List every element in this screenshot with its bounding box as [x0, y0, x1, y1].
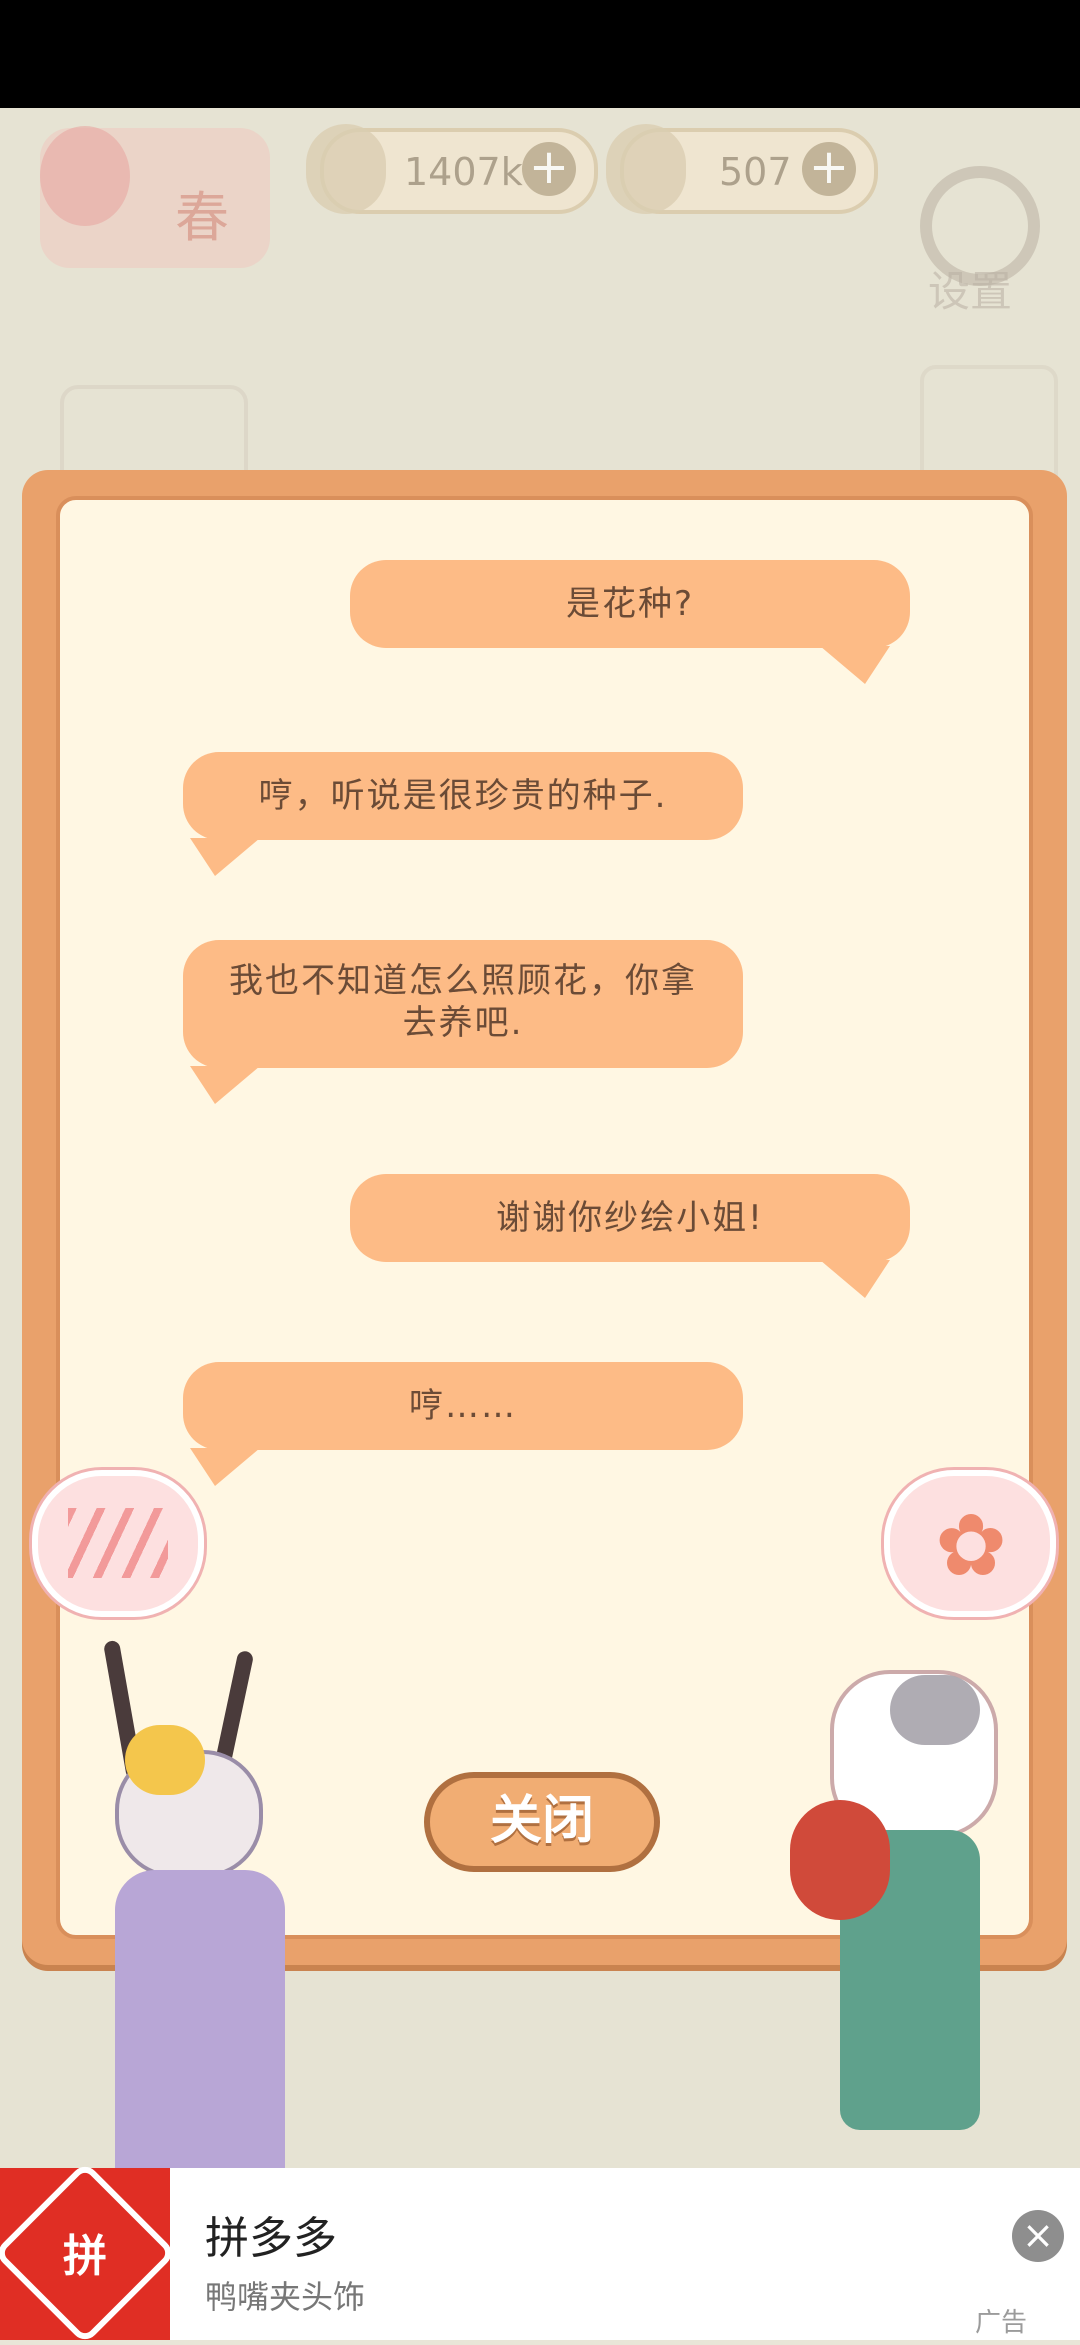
add-fish-button[interactable]: +	[522, 142, 576, 196]
bubble-tail	[820, 646, 890, 684]
tree-icon	[40, 126, 130, 226]
pinduoduo-logo: 拼	[0, 2161, 177, 2345]
cheese-currency: 507 +	[606, 124, 878, 214]
blush-icon	[68, 1508, 168, 1578]
ad-banner[interactable]: 拼 拼多多 鸭嘴夹头饰 ×	[0, 2161, 1080, 2345]
emote-blush-bubble	[32, 1470, 204, 1617]
logo-char: 拼	[63, 2231, 107, 2282]
bubble-tail	[190, 1448, 260, 1486]
bubble-text: 哼……	[409, 1386, 517, 1426]
cat-character	[770, 1630, 1040, 2150]
close-icon[interactable]: ×	[1012, 2210, 1064, 2262]
hat-flower	[125, 1725, 205, 1795]
bubble-text: 是花种?	[565, 584, 695, 624]
chat-bubble-left: 哼，听说是很珍贵的种子.	[183, 752, 743, 840]
antelope-character	[55, 1639, 315, 2170]
cat-patch	[890, 1675, 980, 1745]
cheese-amount: 507	[719, 150, 792, 194]
cheese-icon	[606, 124, 686, 214]
emote-flower-bubble: ✿	[884, 1470, 1056, 1617]
ad-tag: 广告	[975, 2308, 1028, 2338]
flower-icon: ✿	[935, 1496, 1008, 1596]
bubble-text: 我也不知道怎么照顾花，你拿去养吧.	[229, 961, 697, 1043]
bubble-text: 谢谢你纱绘小姐!	[496, 1198, 764, 1238]
chat-bubble-left: 我也不知道怎么照顾花，你拿去养吧.	[183, 940, 743, 1068]
ad-title: 拼多多	[205, 2213, 337, 2264]
fish-currency: 1407k +	[306, 124, 598, 214]
close-button[interactable]: 关闭	[424, 1772, 660, 1872]
chat-bubble-right: 谢谢你纱绘小姐!	[350, 1174, 910, 1262]
fish-amount: 1407k	[404, 150, 523, 194]
bubble-tail	[190, 1066, 260, 1104]
chat-bubble-left: 哼……	[183, 1362, 743, 1450]
kimono	[115, 1870, 285, 2170]
add-cheese-button[interactable]: +	[802, 142, 856, 196]
bouquet	[790, 1800, 890, 1920]
chat-bubble-right: 是花种?	[350, 560, 910, 648]
bubble-tail	[820, 1260, 890, 1298]
fishbone-icon	[306, 124, 386, 214]
top-bar: 春 1407k + 507 + 设置	[0, 108, 1080, 316]
season-label: 春	[175, 186, 229, 249]
ad-subtitle: 鸭嘴夹头饰	[205, 2278, 366, 2316]
settings-label: 设置	[928, 267, 1013, 316]
bubble-text: 哼，听说是很珍贵的种子.	[258, 776, 668, 816]
status-bar	[0, 0, 1080, 108]
bubble-tail	[190, 838, 260, 876]
